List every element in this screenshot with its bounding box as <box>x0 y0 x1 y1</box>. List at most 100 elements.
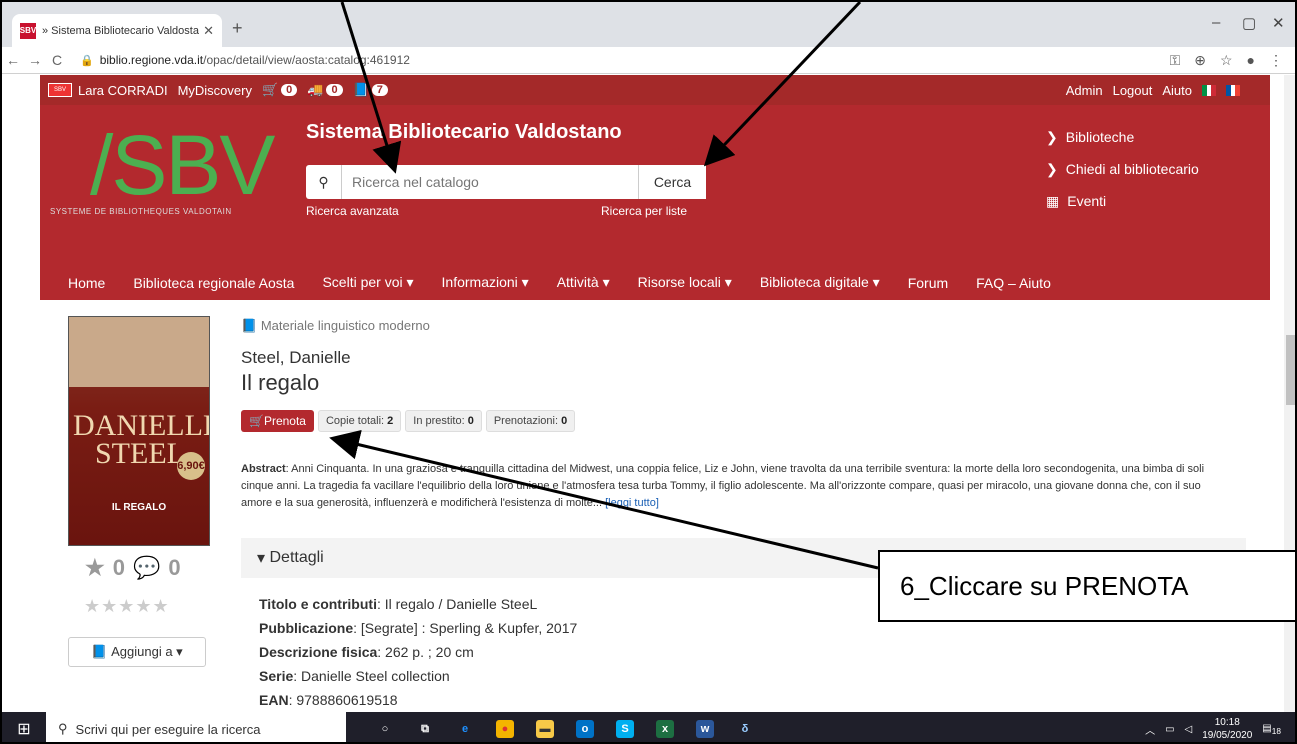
italian-flag-icon[interactable] <box>1202 84 1217 96</box>
site-topbar: SBV Lara CORRADI MyDiscovery 🛒 0 🚚 0 📘 7 Ad… <box>40 75 1270 105</box>
taskbar-search[interactable]: ⚲ Scrivi qui per eseguire la ricerca <box>46 712 346 742</box>
catalog-search: ⚲ Cerca <box>306 165 706 199</box>
screenshot-frame: SBV » Sistema Bibliotecario Valdostan ✕ … <box>0 0 1297 744</box>
truck-link[interactable]: 🚚 0 <box>307 82 343 98</box>
detail-label: Titolo e contributi <box>259 596 377 612</box>
nav-faq[interactable]: FAQ – Aiuto <box>976 275 1051 291</box>
detail-row: Serie: Danielle Steel collection <box>259 664 577 688</box>
abstract-text: : Anni Cinquanta. In una graziosa e tran… <box>241 463 1205 509</box>
file-explorer-icon[interactable]: ▬ <box>536 720 554 738</box>
nav-forum[interactable]: Forum <box>908 275 948 291</box>
menu-icon[interactable]: ⋮ <box>1269 52 1283 69</box>
logo-subtitle: SYSTEME DE BIBLIOTHEQUES VALDOTAIN <box>50 207 232 216</box>
url-path: /opac/detail/view/aosta:catalog:461912 <box>203 53 410 67</box>
advanced-search-link[interactable]: Ricerca avanzata <box>306 204 399 218</box>
detail-value: : Danielle Steel collection <box>293 668 450 684</box>
nav-local-resources[interactable]: Risorse locali ▾ <box>638 274 732 291</box>
zoom-icon[interactable]: ⊕ <box>1194 52 1206 69</box>
reload-icon[interactable]: C <box>46 52 68 68</box>
chevron-right-icon: ❯ <box>1046 161 1058 177</box>
detail-value: : Il regalo / Danielle SteeL <box>376 596 538 612</box>
skype-icon[interactable]: S <box>616 720 634 738</box>
url-host: biblio.regione.vda.it <box>99 53 204 67</box>
restore-icon[interactable]: ▢ <box>1242 14 1256 32</box>
record-detail: DANIELLE STEEL 6,90€ IL REGALO ★ 0 💬 0 ★★★… <box>40 300 1270 712</box>
task-view-icon[interactable]: ⧉ <box>416 720 434 738</box>
libraries-link[interactable]: ❯ Biblioteche <box>1046 121 1199 153</box>
record-author[interactable]: Steel, Danielle <box>241 348 351 368</box>
chrome-icon[interactable]: ● <box>496 720 514 738</box>
logout-link[interactable]: Logout <box>1113 83 1153 98</box>
word-icon[interactable]: w <box>696 720 714 738</box>
minimize-icon[interactable]: – <box>1212 14 1220 31</box>
nav-info[interactable]: Informazioni ▾ <box>442 274 529 291</box>
search-icon: ⚲ <box>58 721 68 736</box>
catalog-search-input[interactable] <box>342 165 638 199</box>
list-search-link[interactable]: Ricerca per liste <box>601 204 687 218</box>
nav-activities[interactable]: Attività ▾ <box>557 274 610 291</box>
truck-icon: 🚚 <box>307 82 324 97</box>
french-flag-icon[interactable] <box>1226 84 1241 96</box>
book-icon: 📘 <box>241 318 261 333</box>
admin-link[interactable]: Admin <box>1066 83 1103 98</box>
address-bar: ← → C 🔒 biblio.regione.vda.it /opac/deta… <box>2 47 1295 74</box>
copies-value: 2 <box>387 415 394 427</box>
cart-icon: 🛒 <box>249 414 264 428</box>
volume-icon[interactable]: ◁ <box>1185 724 1193 735</box>
search-icon: ⚲ <box>306 165 342 199</box>
windows-start-icon[interactable]: ⊞ <box>2 719 46 739</box>
book-cover[interactable]: DANIELLE STEEL 6,90€ IL REGALO <box>68 316 210 546</box>
close-window-icon[interactable]: ✕ <box>1272 14 1285 32</box>
app-icon[interactable]: δ <box>736 720 754 738</box>
book-icon: 📘 <box>352 82 369 97</box>
chevron-right-icon: ❯ <box>1046 129 1058 145</box>
new-tab-icon[interactable]: + <box>232 18 243 39</box>
nav-digital-library[interactable]: Biblioteca digitale ▾ <box>760 274 880 291</box>
abstract: Abstract: Anni Cinquanta. In una grazios… <box>241 461 1211 512</box>
network-icon[interactable]: ▭ <box>1165 724 1174 735</box>
star-bookmark-icon[interactable]: ☆ <box>1220 52 1233 69</box>
abstract-label: Abstract <box>241 463 286 475</box>
events-link[interactable]: ▦ Eventi <box>1046 185 1199 217</box>
site-header: /SBV SYSTEME DE BIBLIOTHEQUES VALDOTAIN … <box>40 105 1270 300</box>
holds-badge: Prenotazioni: 0 <box>485 410 576 432</box>
star-rating-input[interactable]: ★★★★★ <box>84 596 170 617</box>
tray-chevron-icon[interactable]: ︿ <box>1145 722 1155 737</box>
book-link[interactable]: 📘 7 <box>353 82 388 98</box>
nav-home[interactable]: Home <box>68 275 105 291</box>
cortana-icon[interactable]: ○ <box>376 720 394 738</box>
logo-text: /SBV <box>90 118 275 212</box>
profile-icon[interactable]: ● <box>1247 52 1255 69</box>
ask-librarian-link[interactable]: ❯ Chiedi al bibliotecario <box>1046 153 1199 185</box>
search-button[interactable]: Cerca <box>638 165 706 199</box>
help-link[interactable]: Aiuto <box>1162 83 1192 98</box>
sbv-logo[interactable]: /SBV SYSTEME DE BIBLIOTHEQUES VALDOTAIN <box>50 117 275 217</box>
close-tab-icon[interactable]: ✕ <box>203 23 214 39</box>
nav-regional-library[interactable]: Biblioteca regionale Aosta <box>133 275 294 291</box>
site-title[interactable]: Sistema Bibliotecario Valdostano <box>306 121 622 144</box>
key-icon[interactable]: ⚿ <box>1170 52 1181 69</box>
prenota-button[interactable]: 🛒Prenota <box>241 410 314 432</box>
cart-link[interactable]: 🛒 0 <box>262 82 298 98</box>
back-icon[interactable]: ← <box>2 52 24 68</box>
holds-label: Prenotazioni: <box>493 415 559 427</box>
url-field[interactable]: 🔒 biblio.regione.vda.it /opac/detail/vie… <box>80 53 410 67</box>
read-more-link[interactable]: [leggi tutto] <box>605 497 659 509</box>
notifications-icon[interactable]: ▤18 <box>1262 723 1281 736</box>
excel-icon[interactable]: x <box>656 720 674 738</box>
book-badge: 7 <box>371 84 388 96</box>
add-to-button[interactable]: 📘 Aggiungi a ▾ <box>68 637 206 667</box>
copies-label: Copie totali: <box>325 415 385 427</box>
user-name[interactable]: Lara CORRADI <box>78 83 168 98</box>
mydiscovery-link[interactable]: MyDiscovery <box>178 83 252 98</box>
forward-icon[interactable]: → <box>24 52 46 68</box>
user-logo-icon: SBV <box>48 83 72 97</box>
scrollbar-thumb[interactable] <box>1286 335 1295 405</box>
add-to-label: Aggiungi a ▾ <box>111 644 183 659</box>
taskbar-clock[interactable]: 10:18 19/05/2020 <box>1202 716 1252 742</box>
browser-tab[interactable]: SBV » Sistema Bibliotecario Valdostan ✕ <box>12 14 222 47</box>
edge-icon[interactable]: e <box>456 720 474 738</box>
record-title: Il regalo <box>241 370 320 395</box>
outlook-icon[interactable]: o <box>576 720 594 738</box>
nav-picks[interactable]: Scelti per voi ▾ <box>322 274 413 291</box>
